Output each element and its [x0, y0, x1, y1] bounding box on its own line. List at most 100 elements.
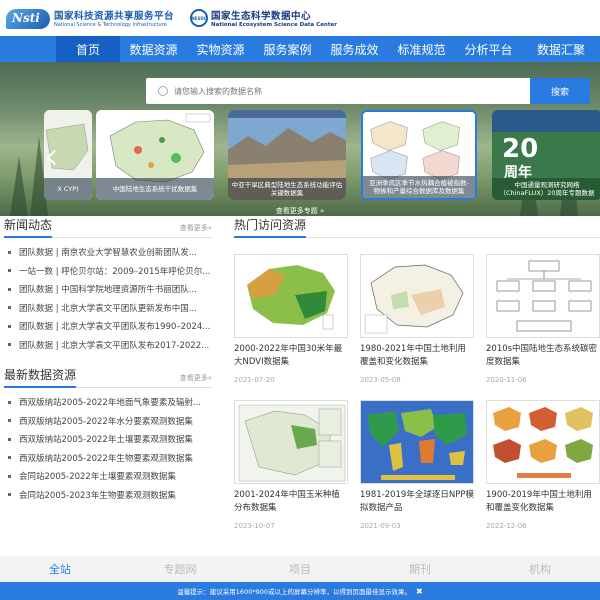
resource-card-date: 2020-11-06 [486, 376, 527, 384]
topic-card-1-caption: X CYP) [44, 178, 92, 200]
resource-card-title: 2000-2022年中国30米年最大NDVI数据集 [234, 344, 343, 367]
bottom-search-tabs: 全站 专题网 项目 期刊 机构 [0, 556, 600, 582]
site-header: Nsti 国家科技资源共享服务平台 National Science & Tec… [0, 0, 600, 36]
resource-card-image [360, 254, 474, 338]
latest-item[interactable]: 西双版纳站2005-2022年土壤要素观测数据集 [4, 430, 212, 449]
center-name-en: National Ecosystem Science Data Center [211, 22, 337, 28]
hot-header: 热门访问资源 [234, 216, 600, 238]
main-nav: 首页 数据资源 实物资源 服务案例 服务成效 标准规范 分析平台 数据汇聚 [0, 36, 600, 62]
bullet-icon [8, 287, 11, 291]
latest-item-text: 西双版纳站2005-2022年土壤要素观测数据集 [19, 435, 193, 446]
center-name[interactable]: 国家生态科学数据中心 National Ecosystem Science Da… [211, 8, 337, 28]
latest-item[interactable]: 西双版纳站2005-2022年地面气象要素及辐射... [4, 393, 212, 412]
news-item[interactable]: 团队数据 | 南京农业大学智慧农业创新团队发... [4, 243, 212, 262]
tab-topics[interactable]: 专题网 [120, 556, 240, 582]
latest-item[interactable]: 会同站2005-2022年土壤要素观测数据集 [4, 467, 212, 486]
resource-card-image [360, 400, 474, 484]
latest-title: 最新数据资源 [4, 366, 77, 388]
news-header: 新闻动态 查看更多» [4, 216, 212, 238]
news-item[interactable]: 团队数据 | 北京大学袁文平团队发布1990–2024... [4, 317, 212, 336]
topic-card-4-caption: 亚洲季风区季节水热耦合植被指数-物候和产量综合数据库及数据集 [363, 176, 475, 198]
latest-item-text: 会同站2005-2022年土壤要素观测数据集 [19, 472, 176, 483]
bullet-icon [8, 324, 11, 328]
global-npp-map-image [361, 401, 473, 483]
news-item[interactable]: 团队数据 | 北京大学袁文平团队发布2017-2022... [4, 336, 212, 355]
resource-card-date: 2021-07-20 [234, 376, 275, 384]
right-column: 热门访问资源 2000-2022年中国30米年最大NDVI数据集 2021-07… [234, 216, 600, 530]
bullet-icon [8, 306, 11, 310]
resource-card[interactable]: 1900-2019年中国土地利用和覆盖变化数据集 2022-12-06 [486, 400, 600, 530]
news-item-text: 团队数据 | 北京大学袁文平团队更新发布中国... [19, 303, 197, 314]
resource-card-title: 1981-2019年全球逐日NPP模拟数据产品 [360, 490, 474, 513]
land-use-map-image [364, 264, 464, 334]
left-column: 新闻动态 查看更多» 团队数据 | 南京农业大学智慧农业创新团队发... 一站一… [4, 216, 212, 504]
ndvi-map-image [247, 265, 335, 330]
search-button[interactable]: 搜索 [530, 78, 590, 104]
news-item[interactable]: 一站一数 | 呼伦贝尔站：2009–2015年呼伦贝尔... [4, 262, 212, 281]
topic-card-5[interactable]: 20 周年 中国通量观测研究网络（ChinaFLUX）20周年专题数据 [492, 110, 600, 200]
search-icon [158, 86, 168, 96]
nav-item-data-resources[interactable]: 数据资源 [120, 36, 187, 62]
nav-item-standards[interactable]: 标准规范 [388, 36, 455, 62]
resource-card-title: 1980-2021年中国土地利用覆盖和变化数据集 [360, 344, 466, 367]
anniversary-number: 20 [502, 134, 539, 164]
maize-map-image [238, 404, 346, 482]
latest-item-text: 西双版纳站2005-2022年生物要素观测数据集 [19, 453, 193, 464]
news-item-text: 团队数据 | 南京农业大学智慧农业创新团队发... [19, 248, 197, 259]
resource-card[interactable]: 2000-2022年中国30米年最大NDVI数据集 2021-07-20 [234, 254, 348, 384]
resource-card[interactable]: 2010s中国陆地生态系统碳密度数据集 2020-11-06 [486, 254, 600, 384]
resource-card-date: 2023-10-07 [234, 522, 275, 530]
resource-card[interactable]: 1981-2019年全球逐日NPP模拟数据产品 2021-09-03 [360, 400, 474, 530]
news-item-text: 团队数据 | 北京大学袁文平团队发布2017-2022... [19, 340, 210, 351]
close-icon[interactable]: ✖ [416, 587, 423, 596]
nav-item-service-cases[interactable]: 服务案例 [254, 36, 321, 62]
resource-card-image [234, 254, 348, 338]
resource-card[interactable]: 2001-2024年中国玉米种植分布数据集 2023-10-07 [234, 400, 348, 530]
news-item[interactable]: 团队数据 | 北京大学袁文平团队更新发布中国... [4, 299, 212, 318]
nesdc-logo-mark: NESDC [191, 15, 207, 21]
nav-item-analysis-platform[interactable]: 分析平台 [455, 36, 522, 62]
nav-item-data-aggregation[interactable]: 数据汇聚 [522, 36, 600, 62]
nav-item-physical-resources[interactable]: 实物资源 [187, 36, 254, 62]
latest-more-link[interactable]: 查看更多» [180, 373, 212, 387]
latest-item[interactable]: 会同站2005-2023年生物要素观测数据集 [4, 486, 212, 505]
more-topics-link[interactable]: 查看更多专题 » [0, 206, 600, 216]
latest-item[interactable]: 西双版纳站2005-2022年水分要素观测数据集 [4, 412, 212, 431]
nav-item-home[interactable]: 首页 [56, 36, 120, 62]
flowchart-image [496, 260, 592, 332]
latest-list: 西双版纳站2005-2022年地面气象要素及辐射... 西双版纳站2005-20… [4, 393, 212, 504]
topic-card-3[interactable]: 中亚干旱区典型陆地生态系统功能评估关键数据集 [228, 110, 346, 200]
bullet-icon [8, 400, 11, 404]
tab-all-site[interactable]: 全站 [0, 556, 120, 582]
topic-card-2[interactable]: 中国陆地生态系统干扰数据集 [96, 110, 214, 200]
bullet-icon [8, 456, 11, 460]
land-cover-maps-image [493, 407, 593, 478]
nesdc-logo-icon[interactable]: NESDC [190, 9, 208, 27]
news-item-text: 团队数据 | 北京大学袁文平团队发布1990–2024... [19, 322, 211, 333]
nav-item-service-outcomes[interactable]: 服务成效 [321, 36, 388, 62]
resolution-notice: 温馨提示：建议采用1600*900或以上的屏幕分辨率，以得到页面最佳显示效果。 … [0, 582, 600, 600]
nsti-logo[interactable]: Nsti [6, 7, 50, 29]
platform-name-cn: 国家科技资源共享服务平台 [54, 11, 175, 22]
latest-item-text: 西双版纳站2005-2022年地面气象要素及辐射... [19, 398, 201, 409]
platform-name[interactable]: 国家科技资源共享服务平台 National Science & Technolo… [54, 8, 184, 28]
resource-card-image [486, 400, 600, 484]
topic-card-4[interactable]: 亚洲季风区季节水热耦合植被指数-物候和产量综合数据库及数据集 [361, 110, 477, 200]
news-item-text: 团队数据 | 中国科学院地理资源所牛书丽团队... [19, 285, 197, 296]
center-name-cn: 国家生态科学数据中心 [211, 11, 312, 22]
search-input[interactable] [146, 78, 530, 104]
tab-institutions[interactable]: 机构 [480, 556, 600, 582]
latest-item[interactable]: 西双版纳站2005-2022年生物要素观测数据集 [4, 449, 212, 468]
tab-projects[interactable]: 项目 [240, 556, 360, 582]
bullet-icon [8, 269, 11, 273]
resource-card-title: 2001-2024年中国玉米种植分布数据集 [234, 490, 340, 513]
resource-card[interactable]: 1980-2021年中国土地利用覆盖和变化数据集 2023-05-08 [360, 254, 474, 384]
carousel-prev-chevron-left-icon[interactable] [46, 148, 58, 168]
latest-header: 最新数据资源 查看更多» [4, 366, 212, 388]
news-item[interactable]: 团队数据 | 中国科学院地理资源所牛书丽团队... [4, 280, 212, 299]
news-more-link[interactable]: 查看更多» [180, 223, 212, 237]
topic-card-2-caption: 中国陆地生态系统干扰数据集 [96, 178, 214, 200]
tab-journals[interactable]: 期刊 [360, 556, 480, 582]
notice-text: 温馨提示：建议采用1600*900或以上的屏幕分辨率，以得到页面最佳显示效果。 [177, 588, 411, 596]
bullet-icon [8, 250, 11, 254]
